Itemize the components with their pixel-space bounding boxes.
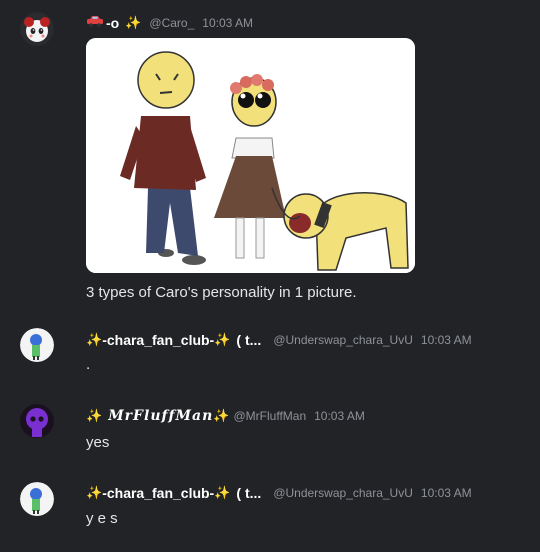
sparkle-icon: ✨ bbox=[125, 15, 142, 30]
message-text: . bbox=[86, 356, 91, 373]
username[interactable]: MrFluffMan bbox=[108, 408, 213, 424]
avatar[interactable] bbox=[20, 404, 54, 438]
character-avatar-icon bbox=[20, 328, 54, 362]
attached-image[interactable] bbox=[86, 38, 415, 273]
user-handle[interactable]: @MrFluffMan bbox=[233, 409, 306, 423]
sparkle-icon: ✨ bbox=[214, 332, 231, 347]
timestamp: 10:03 AM bbox=[420, 333, 472, 347]
character-avatar-icon bbox=[20, 482, 54, 516]
timestamp: 10:03 AM bbox=[420, 486, 472, 500]
purple-avatar-icon bbox=[20, 404, 54, 438]
message-header: ✨ -chara_fan_club- ✨ ( t... @Underswap_c… bbox=[86, 331, 472, 349]
message-header: ✨ MrFluffMan ✨ @MrFluffMan 10:03 AM bbox=[86, 407, 365, 425]
message-text: y e s bbox=[86, 510, 118, 527]
sparkle-icon: ✨ bbox=[214, 485, 231, 500]
timestamp: 10:03 AM bbox=[314, 409, 365, 423]
message-header: ✨ -chara_fan_club- ✨ ( t... @Underswap_c… bbox=[86, 484, 472, 502]
username[interactable]: -o bbox=[106, 15, 119, 31]
username[interactable]: -chara_fan_club- bbox=[102, 332, 214, 348]
message-text: yes bbox=[86, 434, 110, 451]
avatar[interactable] bbox=[20, 328, 54, 362]
message-text: 3 types of Caro's personality in 1 pictu… bbox=[86, 284, 357, 301]
character-drawing-image bbox=[86, 38, 415, 273]
timestamp: 10:03 AM bbox=[202, 16, 253, 30]
sparkle-icon: ✨ bbox=[86, 485, 103, 500]
avatar[interactable] bbox=[20, 482, 54, 516]
user-handle[interactable]: @Underswap_chara_UvU bbox=[273, 486, 413, 500]
message-header: -o ✨ @Caro_ 10:03 AM bbox=[86, 14, 253, 32]
username-suffix[interactable]: ( t... bbox=[236, 485, 261, 501]
username[interactable]: -chara_fan_club- bbox=[102, 485, 214, 501]
car-icon bbox=[86, 14, 104, 32]
user-handle[interactable]: @Caro_ bbox=[149, 16, 194, 30]
panda-avatar-icon bbox=[20, 12, 54, 46]
sparkle-icon: ✨ bbox=[86, 408, 103, 423]
sparkle-icon: ✨ bbox=[86, 332, 103, 347]
sparkle-icon: ✨ bbox=[213, 408, 230, 423]
username-suffix[interactable]: ( t... bbox=[236, 332, 261, 348]
user-handle[interactable]: @Underswap_chara_UvU bbox=[273, 333, 413, 347]
avatar[interactable] bbox=[20, 12, 54, 46]
